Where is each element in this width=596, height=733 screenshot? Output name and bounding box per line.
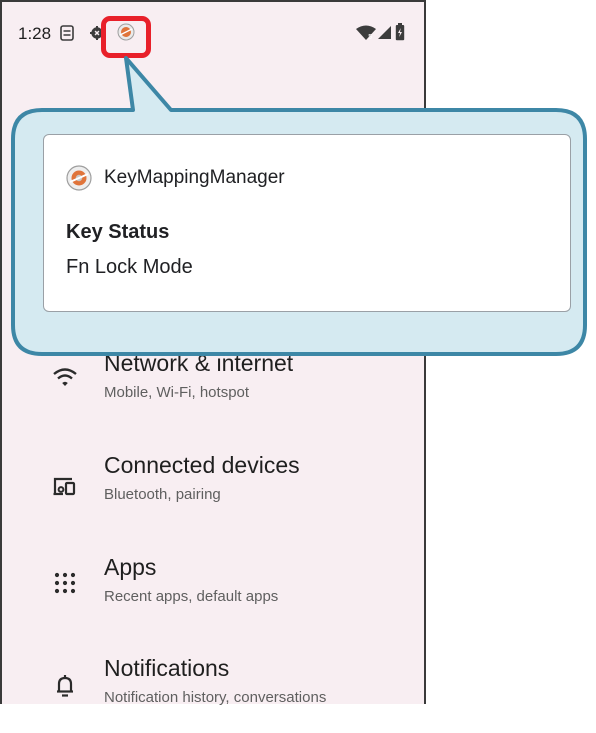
battery-icon [395, 23, 405, 41]
settings-item-title: Network & internet [104, 350, 294, 376]
notification-card[interactable]: KeyMappingManager Key Status Fn Lock Mod… [43, 134, 571, 312]
sim-status-icon [60, 25, 74, 41]
notification-header: KeyMappingManager [66, 165, 285, 191]
settings-item-subtitle: Notification history, conversations [104, 689, 327, 706]
wifi-icon [53, 368, 77, 386]
status-time: 1:28 [18, 24, 52, 43]
settings-item-subtitle: Mobile, Wi‑Fi, hotspot [104, 384, 250, 401]
settings-item-notifications[interactable]: Notifications Notification history, conv… [2, 653, 428, 733]
settings-item-network[interactable]: Network & internet Mobile, Wi‑Fi, hotspo… [2, 342, 428, 422]
notification-text: Fn Lock Mode [66, 256, 193, 278]
apps-grid-icon [54, 572, 76, 594]
notification-app-name: KeyMappingManager [104, 167, 285, 188]
keymapping-app-icon [66, 165, 92, 191]
phone-screen: 1:28 5 Network & internet Mobile, Wi‑Fi,… [0, 0, 428, 706]
highlighted-app-icon-marker [101, 16, 151, 58]
svg-text:5: 5 [368, 33, 372, 40]
notification-title: Key Status [66, 221, 170, 243]
settings-item-title: Connected devices [104, 452, 300, 478]
settings-item-subtitle: Recent apps, default apps [104, 588, 279, 605]
settings-item-apps[interactable]: Apps Recent apps, default apps [2, 550, 428, 630]
settings-item-title: Apps [104, 554, 157, 580]
settings-item-title: Notifications [104, 655, 230, 681]
wifi-icon: 5 [356, 25, 376, 40]
cellular-signal-icon [378, 26, 391, 39]
settings-item-connected-devices[interactable]: Connected devices Bluetooth, pairing [2, 446, 428, 526]
status-bar: 1:28 5 [2, 2, 428, 64]
settings-item-subtitle: Bluetooth, pairing [104, 486, 221, 503]
bell-icon [57, 675, 73, 697]
devices-icon [53, 477, 76, 496]
